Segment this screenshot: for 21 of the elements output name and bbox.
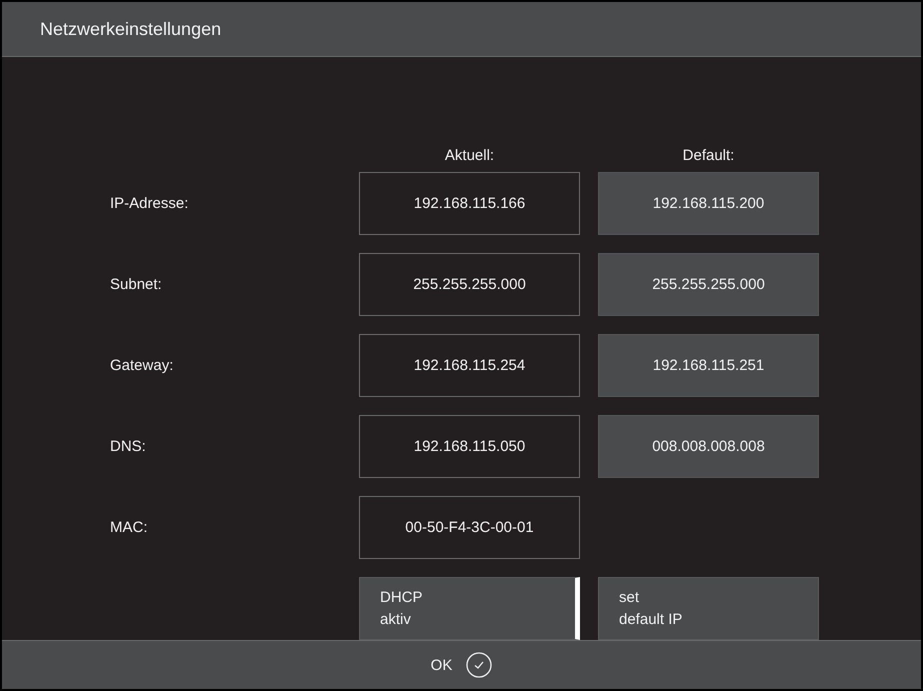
default-value-field: 192.168.115.251: [598, 334, 819, 398]
current-value-field[interactable]: 192.168.115.050: [359, 415, 580, 478]
current-value-field[interactable]: 192.168.115.166: [359, 172, 580, 236]
current-value-field[interactable]: 192.168.115.254: [359, 334, 580, 398]
default-value-field: 255.255.255.000: [598, 253, 819, 316]
field-label: DNS:: [110, 438, 146, 456]
field-label: Subnet:: [110, 276, 162, 294]
dhcp-toggle-button[interactable]: DHCP aktiv: [359, 577, 580, 640]
set-default-button[interactable]: set default IP: [598, 577, 819, 640]
field-label: MAC:: [110, 519, 148, 536]
ok-button[interactable]: OK: [426, 648, 496, 682]
window-title: Netzwerkeinstellungen: [2, 2, 921, 58]
current-value-field[interactable]: 255.255.255.000: [359, 253, 580, 316]
default-value-field: 008.008.008.008: [598, 415, 819, 478]
field-label: Gateway:: [110, 357, 174, 374]
current-value-field[interactable]: 00-50-F4-3C-00-01: [359, 496, 580, 560]
column-header: Aktuell:: [444, 147, 496, 164]
field-label: IP-Adresse:: [110, 195, 188, 212]
default-value-field: 192.168.115.200: [598, 172, 819, 236]
check-circle-icon: [466, 652, 492, 678]
column-header: Default:: [682, 147, 736, 164]
